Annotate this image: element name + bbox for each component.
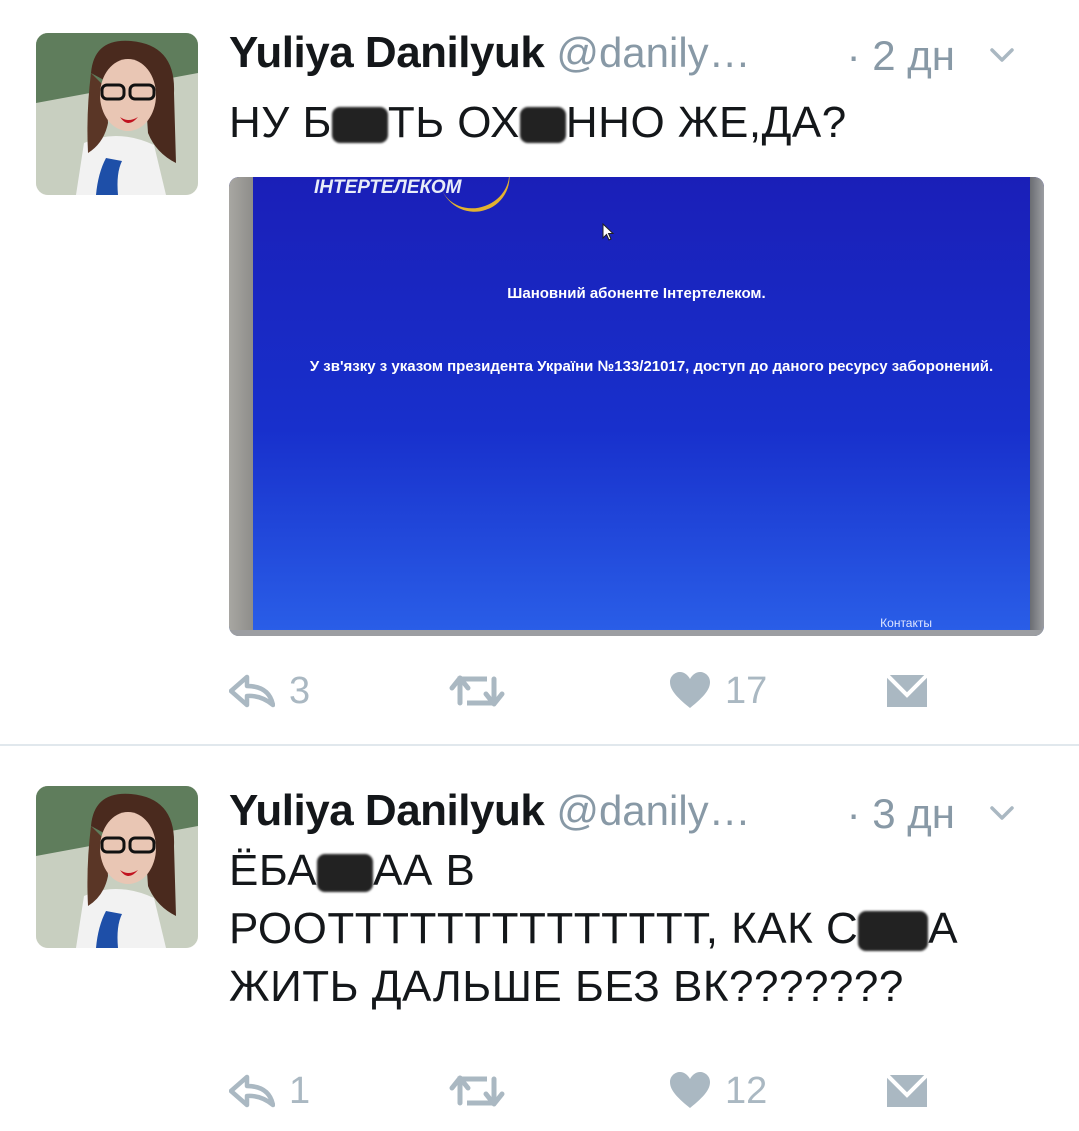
direct-message-button[interactable] bbox=[885, 666, 929, 716]
tweet-text-part: ТЬ ОХ bbox=[387, 98, 520, 147]
tweet-media-image[interactable]: ІНТЕРТЕЛЕКОМ Шановний абоненте Інтертеле… bbox=[229, 177, 1044, 636]
tweet-header: Yuliya Danilyuk⁣ @danily… · 3 дн bbox=[229, 786, 1049, 842]
like-button[interactable]: 12 bbox=[669, 1066, 767, 1116]
tweet-text-part: ЖИТЬ ДАЛЬШЕ БЕЗ ВК??????? bbox=[229, 962, 904, 1011]
monitor-frame bbox=[229, 630, 1044, 636]
direct-message-button[interactable] bbox=[885, 1066, 929, 1116]
tweet-text: НУ Б ТЬ ОХ ННО ЖЕ,ДА? bbox=[229, 94, 1039, 152]
like-button[interactable]: 17 bbox=[669, 666, 767, 716]
censor-blot bbox=[317, 854, 374, 893]
tweet-text-part: А bbox=[928, 904, 959, 953]
cursor-icon bbox=[602, 223, 615, 241]
avatar[interactable] bbox=[36, 786, 198, 948]
heart-icon bbox=[670, 672, 710, 708]
author-name[interactable]: Yuliya Danilyuk⁣ bbox=[229, 28, 545, 77]
avatar[interactable] bbox=[36, 33, 198, 195]
tweet-text-part: НУ Б bbox=[229, 98, 332, 147]
retweet-icon bbox=[449, 675, 505, 707]
tweet-actions: 1 12 bbox=[229, 1066, 989, 1116]
author-handle[interactable]: @danily… bbox=[556, 29, 750, 76]
retweet-button[interactable] bbox=[449, 1066, 505, 1116]
retweet-button[interactable] bbox=[449, 666, 505, 716]
reply-icon bbox=[229, 674, 275, 708]
screen-message-title: Шановний абоненте Інтертелеком. bbox=[507, 285, 766, 302]
timestamp[interactable]: · 2 дн bbox=[847, 28, 955, 84]
retweet-icon bbox=[449, 1075, 505, 1107]
tweet-text-part: АА В bbox=[373, 846, 476, 895]
tweet-actions: 3 17 bbox=[229, 666, 989, 716]
reply-count: 1 bbox=[289, 1069, 311, 1112]
tweet-text-part: ЁБА bbox=[229, 846, 318, 895]
tweet-text: ЁБА АА В РООТТТТТТТТТТТТТТ, КАК С А ЖИТЬ Д… bbox=[229, 842, 1039, 1016]
author-handle[interactable]: @danily… bbox=[556, 787, 750, 834]
tweet-text-part: РООТТТТТТТТТТТТТТ, КАК С bbox=[229, 904, 859, 953]
heart-icon bbox=[670, 1072, 710, 1108]
reply-count: 3 bbox=[289, 669, 311, 712]
avatar-photo bbox=[36, 786, 198, 948]
censor-blot bbox=[519, 107, 566, 144]
chevron-down-icon[interactable] bbox=[987, 798, 1017, 828]
like-count: 17 bbox=[725, 669, 768, 712]
like-count: 12 bbox=[725, 1069, 768, 1112]
reply-button[interactable]: 1 bbox=[229, 1066, 310, 1116]
monitor-frame bbox=[229, 177, 253, 636]
tweet-header: Yuliya Danilyuk⁣ @danily… · 2 дн bbox=[229, 28, 1049, 84]
direct-message-icon bbox=[885, 673, 929, 707]
tweet[interactable]: Yuliya Danilyuk⁣ @danily… · 2 дн НУ Б ТЬ О… bbox=[0, 0, 1079, 745]
censor-blot bbox=[331, 107, 388, 144]
timestamp[interactable]: · 3 дн bbox=[847, 786, 955, 842]
chevron-down-icon[interactable] bbox=[987, 40, 1017, 70]
screen-contacts-link: Контакты bbox=[880, 616, 932, 630]
tweet[interactable]: Yuliya Danilyuk⁣ @danily… · 3 дн ЁБА АА В … bbox=[0, 746, 1079, 1131]
censor-blot bbox=[858, 911, 929, 952]
tweet-text-part: ННО ЖЕ,ДА? bbox=[565, 98, 847, 147]
screen-message-body: У зв'язку з указом президента України №1… bbox=[309, 358, 994, 375]
author-name[interactable]: Yuliya Danilyuk⁣ bbox=[229, 786, 545, 835]
logo-swoosh bbox=[438, 177, 520, 222]
reply-button[interactable]: 3 bbox=[229, 666, 310, 716]
monitor-frame bbox=[1030, 177, 1044, 636]
avatar-photo bbox=[36, 33, 198, 195]
direct-message-icon bbox=[885, 1073, 929, 1107]
reply-icon bbox=[229, 1074, 275, 1108]
